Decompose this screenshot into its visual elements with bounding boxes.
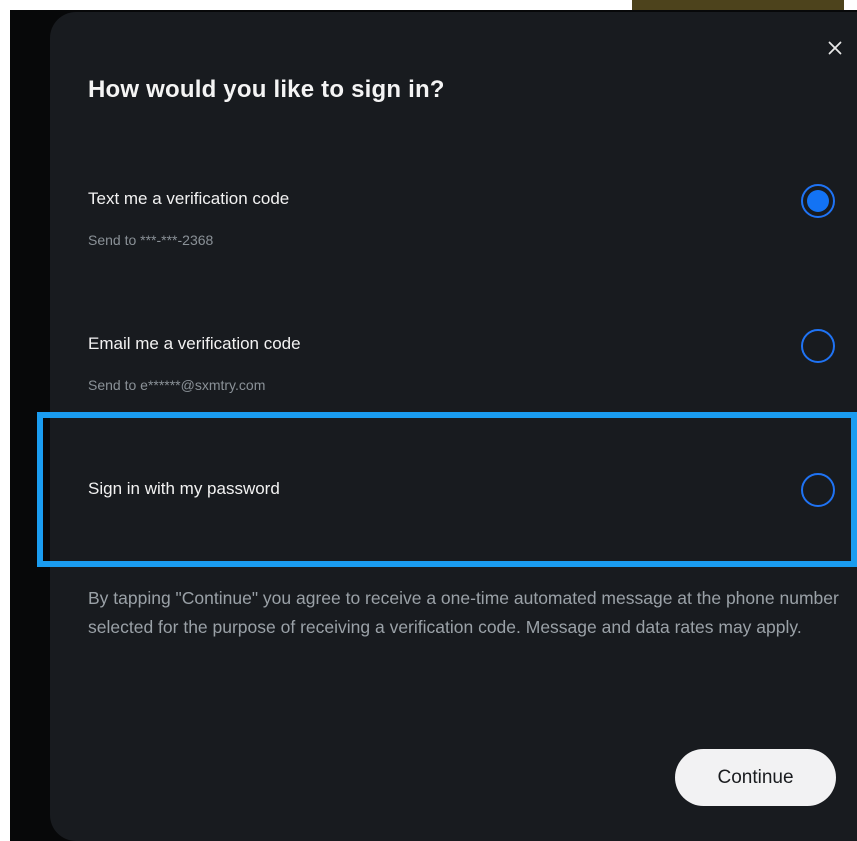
option-label: Email me a verification code xyxy=(88,334,301,353)
option-label: Sign in with my password xyxy=(88,479,280,498)
radio-selected-icon[interactable] xyxy=(801,184,835,218)
option-password[interactable]: Sign in with my password xyxy=(50,420,857,561)
consent-disclaimer: By tapping "Continue" you agree to recei… xyxy=(88,588,839,637)
close-icon xyxy=(828,41,842,55)
page: How would you like to sign in? Text me a… xyxy=(0,0,857,841)
radio-unselected-icon[interactable] xyxy=(801,329,835,363)
top-strip xyxy=(0,0,857,10)
option-subtext: Send to e******@sxmtry.com xyxy=(88,377,266,393)
option-label: Text me a verification code xyxy=(88,189,290,208)
continue-button[interactable]: Continue xyxy=(675,749,836,806)
dialog-title: How would you like to sign in? xyxy=(88,76,445,103)
close-button[interactable] xyxy=(823,36,847,60)
radio-unselected-icon[interactable] xyxy=(801,473,835,507)
option-subtext: Send to ***-***-2368 xyxy=(88,232,214,248)
top-strip-accent xyxy=(632,0,844,10)
option-text-code[interactable]: Text me a verification code Send to ***-… xyxy=(50,170,857,265)
option-email-code[interactable]: Email me a verification code Send to e**… xyxy=(50,315,857,410)
